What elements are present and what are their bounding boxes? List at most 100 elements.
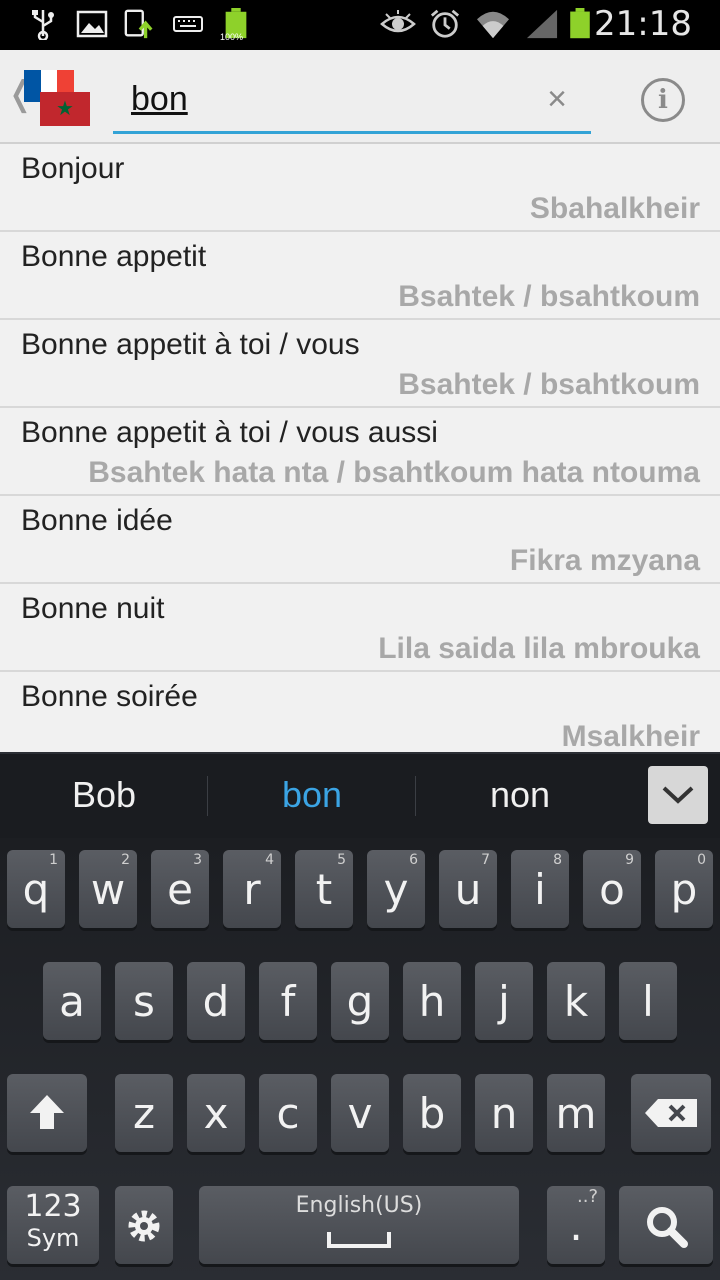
list-item[interactable]: Bonne idée Fikra mzyana [0,496,720,584]
morocco-flag-icon[interactable]: ★ [40,92,90,126]
expand-suggestions-icon[interactable] [648,766,708,824]
suggestion-item[interactable]: Bob [4,774,204,816]
period-key-hint: ..? [577,1186,598,1207]
key-l[interactable]: l [619,962,677,1040]
key-m[interactable]: m [547,1074,605,1152]
list-item[interactable]: Bonne soirée Msalkheir [0,672,720,752]
image-icon [76,10,108,38]
backspace-key[interactable] [631,1074,711,1152]
key-label: q [22,865,50,914]
list-item[interactable]: Bonne appetit à toi / vous Bsahtek / bsa… [0,320,720,408]
suggestion-item[interactable]: non [420,774,620,816]
symbols-key-sublabel: Sym [26,1224,80,1252]
key-x[interactable]: x [187,1074,245,1152]
key-number: 1 [49,852,58,868]
key-label: e [167,865,193,914]
key-label: t [315,865,333,914]
signal-icon [526,9,558,39]
key-p[interactable]: p0 [655,850,713,928]
key-f[interactable]: f [259,962,317,1040]
key-c[interactable]: c [259,1074,317,1152]
key-z[interactable]: z [115,1074,173,1152]
period-key[interactable]: . ..? [547,1186,605,1264]
list-item[interactable]: Bonne appetit Bsahtek / bsahtkoum [0,232,720,320]
key-number: 9 [625,852,634,868]
key-number: 3 [193,852,202,868]
key-label: u [454,865,482,914]
key-b[interactable]: b [403,1074,461,1152]
usb-icon [32,10,54,40]
suggestion-divider [207,776,208,816]
key-number: 5 [337,852,346,868]
french-phrase: Bonne appetit à toi / vous aussi [21,416,438,449]
key-number: 4 [265,852,274,868]
key-a[interactable]: a [43,962,101,1040]
key-r[interactable]: r4 [223,850,281,928]
suggestion-item[interactable]: bon [212,774,412,816]
key-number: 0 [697,852,706,868]
french-phrase: Bonne soirée [21,680,198,713]
key-label: y [383,865,409,914]
key-n[interactable]: n [475,1074,533,1152]
search-input[interactable] [131,74,531,124]
settings-key[interactable] [115,1186,173,1264]
list-item[interactable]: Bonne nuit Lila saida lila mbrouka [0,584,720,672]
keyboard-icon [173,16,203,32]
french-phrase: Bonne nuit [21,592,165,625]
darija-translation: Lila saida lila mbrouka [378,632,700,665]
key-number: 8 [553,852,562,868]
key-u[interactable]: u7 [439,850,497,928]
list-item[interactable]: Bonne appetit à toi / vous aussi Bsahtek… [0,408,720,496]
key-g[interactable]: g [331,962,389,1040]
status-time: 21:18 [594,4,692,44]
space-bar-icon [327,1232,391,1248]
key-k[interactable]: k [547,962,605,1040]
info-icon[interactable]: i [641,78,685,122]
search-box[interactable]: × [113,72,591,134]
shift-key[interactable] [7,1074,87,1152]
key-label: i [534,865,546,914]
key-number: 2 [121,852,130,868]
key-d[interactable]: d [187,962,245,1040]
download-icon [124,9,153,39]
clear-icon[interactable]: × [547,80,567,119]
backspace-icon [645,1099,697,1127]
key-label: p [670,865,698,914]
space-key[interactable]: English(US) [199,1186,519,1264]
key-s[interactable]: s [115,962,173,1040]
keyboard: q1 w2 e3 r4 t5 y6 u7 i8 o9 p0 a s d f g … [0,838,720,1280]
shift-icon [30,1095,64,1129]
french-phrase: Bonne appetit [21,240,207,273]
key-t[interactable]: t5 [295,850,353,928]
period-key-label: . [569,1201,583,1250]
list-item[interactable]: Bonjour Sbahalkheir [0,144,720,232]
key-e[interactable]: e3 [151,850,209,928]
suggestion-divider [415,776,416,816]
key-w[interactable]: w2 [79,850,137,928]
darija-translation: Bsahtek hata nta / bsahtkoum hata ntouma [88,456,700,489]
suggestion-bar: Bob bon non [0,752,720,838]
darija-translation: Fikra mzyana [509,544,700,577]
key-v[interactable]: v [331,1074,389,1152]
key-h[interactable]: h [403,962,461,1040]
symbols-key-label: 123 [24,1189,82,1224]
darija-translation: Sbahalkheir [529,192,700,225]
key-label: w [90,865,126,914]
search-key[interactable] [619,1186,713,1264]
alarm-icon [430,9,460,38]
key-y[interactable]: y6 [367,850,425,928]
key-i[interactable]: i8 [511,850,569,928]
key-label: o [599,865,625,914]
key-j[interactable]: j [475,962,533,1040]
key-q[interactable]: q1 [7,850,65,928]
key-o[interactable]: o9 [583,850,641,928]
battery-percent: 100% [220,32,244,42]
status-bar: 100% 21:18 [0,0,720,50]
key-label: r [243,865,261,914]
key-number: 7 [481,852,490,868]
space-key-label: English(US) [295,1193,423,1218]
eye-icon [380,10,416,33]
symbols-key[interactable]: 123 Sym [7,1186,99,1264]
darija-translation: Bsahtek / bsahtkoum [398,368,700,401]
french-phrase: Bonjour [21,152,125,185]
